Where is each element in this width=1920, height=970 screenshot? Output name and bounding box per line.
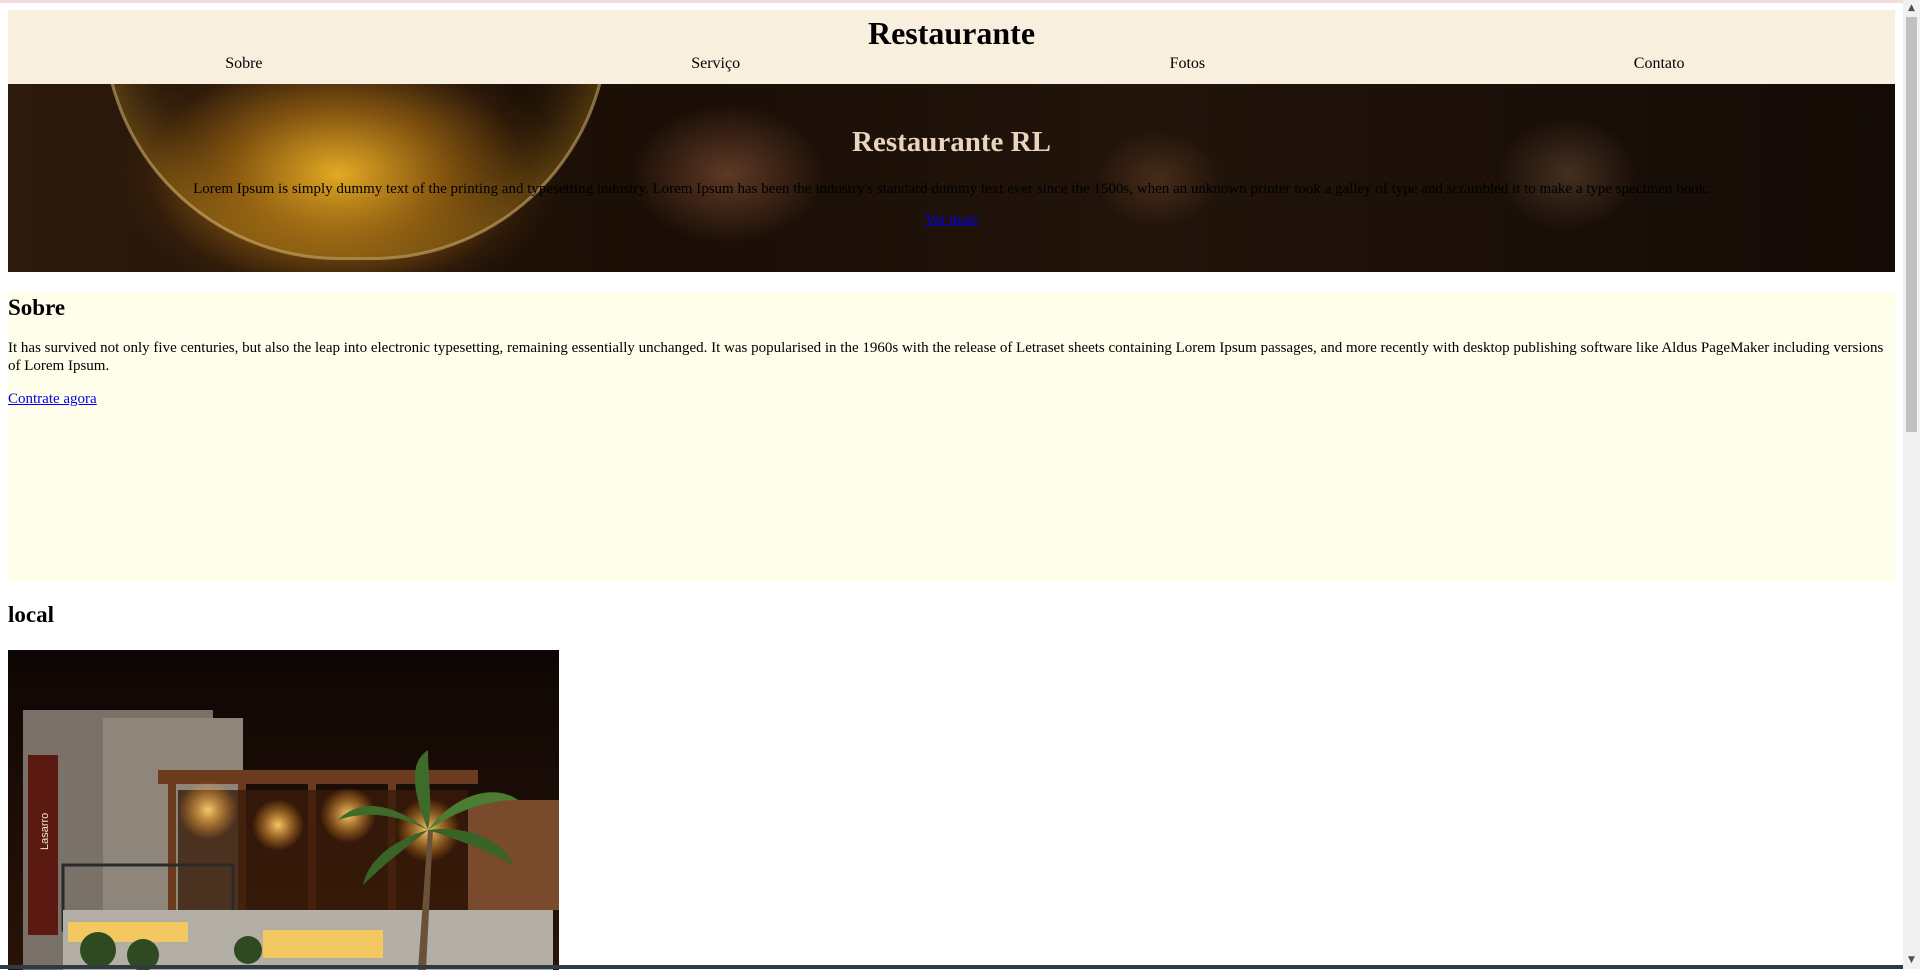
sobre-title: Sobre <box>8 295 66 320</box>
hero-content: Restaurante RL Lorem Ipsum is simply dum… <box>8 84 1895 229</box>
hero-banner: Restaurante RL Lorem Ipsum is simply dum… <box>8 84 1895 272</box>
local-section: local Lasarro <box>8 599 1895 970</box>
hero-title: Restaurante RL <box>852 126 1051 158</box>
ver-mais-link[interactable]: Ver mais <box>925 212 978 229</box>
nav-item-sobre[interactable]: Sobre <box>8 54 480 74</box>
local-title: local <box>8 602 54 627</box>
main-nav: Sobre Serviço Fotos Contato <box>8 54 1895 74</box>
hero-text: Lorem Ipsum is simply dummy text of the … <box>193 181 1710 197</box>
arrow-up-icon[interactable]: ▲ <box>1903 0 1920 17</box>
restaurant-sign-text: Lasarro <box>39 813 51 850</box>
nav-item-servico[interactable]: Serviço <box>480 54 952 74</box>
site-header: Restaurante Sobre Serviço Fotos Contato <box>8 10 1895 84</box>
page: Restaurante Sobre Serviço Fotos Contato … <box>8 10 1895 970</box>
restaurant-photo-illustration: Lasarro <box>8 650 559 970</box>
taskbar-strip <box>0 965 1903 969</box>
nav-item-fotos[interactable]: Fotos <box>952 54 1424 74</box>
scrollbar-thumb[interactable] <box>1906 17 1917 432</box>
arrow-down-icon[interactable]: ▼ <box>1903 952 1920 969</box>
site-title: Restaurante <box>867 15 1036 51</box>
restaurant-exterior-photo: Lasarro <box>8 650 559 970</box>
sobre-text: It has survived not only five centuries,… <box>8 340 1884 374</box>
browser-top-strip <box>0 0 1920 3</box>
sobre-section: Sobre It has survived not only five cent… <box>8 292 1895 581</box>
contrate-agora-link[interactable]: Contrate agora <box>8 391 97 408</box>
nav-item-contato[interactable]: Contato <box>1423 54 1895 74</box>
vertical-scrollbar[interactable]: ▲ ▼ <box>1903 0 1920 969</box>
